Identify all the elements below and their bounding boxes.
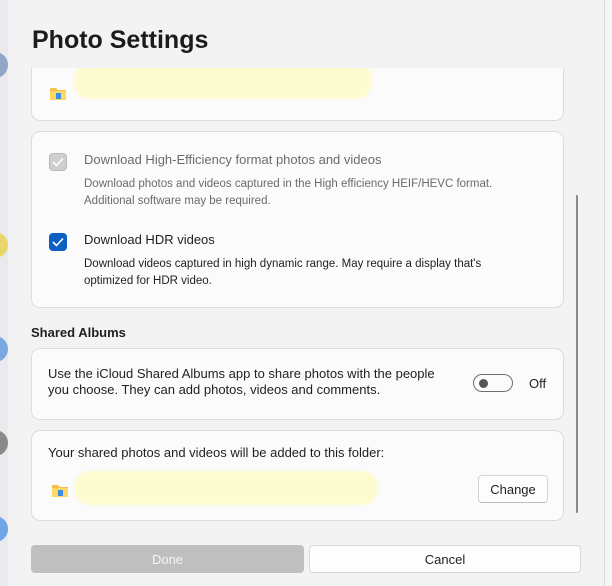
toggle-knob <box>479 378 488 388</box>
heif-checkbox[interactable] <box>49 153 67 171</box>
toggle-state-label: Off <box>529 376 547 391</box>
heif-option-label: Download High-Efficiency format photos a… <box>84 152 382 167</box>
redacted-folder-path <box>74 68 372 99</box>
folder-icon <box>50 88 66 100</box>
shared-albums-description: Use the iCloud Shared Albums app to shar… <box>48 366 435 397</box>
change-folder-button[interactable]: Change <box>478 475 548 503</box>
shared-folder-caption: Your shared photos and videos will be ad… <box>48 445 385 460</box>
scrollbar-thumb[interactable] <box>576 195 578 513</box>
background-app-icon <box>0 336 8 362</box>
dialog-title: Photo Settings <box>32 26 209 54</box>
hdr-checkbox[interactable] <box>49 233 67 251</box>
shared-albums-toggle-card: Use the iCloud Shared Albums app to shar… <box>31 348 564 420</box>
cancel-button[interactable]: Cancel <box>309 545 581 573</box>
background-app-icon <box>0 232 8 258</box>
download-folder-card <box>31 68 564 121</box>
background-app-edge-right <box>604 0 612 586</box>
settings-scroll-area[interactable]: Download High-Efficiency format photos a… <box>8 68 604 528</box>
shared-albums-heading: Shared Albums <box>31 325 126 340</box>
background-app-icon <box>0 516 8 542</box>
heif-option-description: Download photos and videos captured in t… <box>84 178 493 207</box>
photo-settings-dialog: Photo Settings Download High-Efficiency … <box>8 0 604 586</box>
folder-icon <box>52 485 68 497</box>
background-app-edge-left <box>0 0 8 586</box>
shared-albums-toggle[interactable] <box>473 374 513 392</box>
hdr-option-description: Download videos captured in high dynamic… <box>84 258 482 287</box>
shared-folder-card: Your shared photos and videos will be ad… <box>31 430 564 521</box>
hdr-option-label: Download HDR videos <box>84 232 215 247</box>
background-app-icon <box>0 430 8 456</box>
redacted-shared-folder-path <box>74 471 378 505</box>
background-app-icon <box>0 52 8 78</box>
format-options-card: Download High-Efficiency format photos a… <box>31 131 564 308</box>
checkmark-icon <box>52 237 64 247</box>
done-button[interactable]: Done <box>31 545 304 573</box>
checkmark-icon <box>52 157 64 167</box>
